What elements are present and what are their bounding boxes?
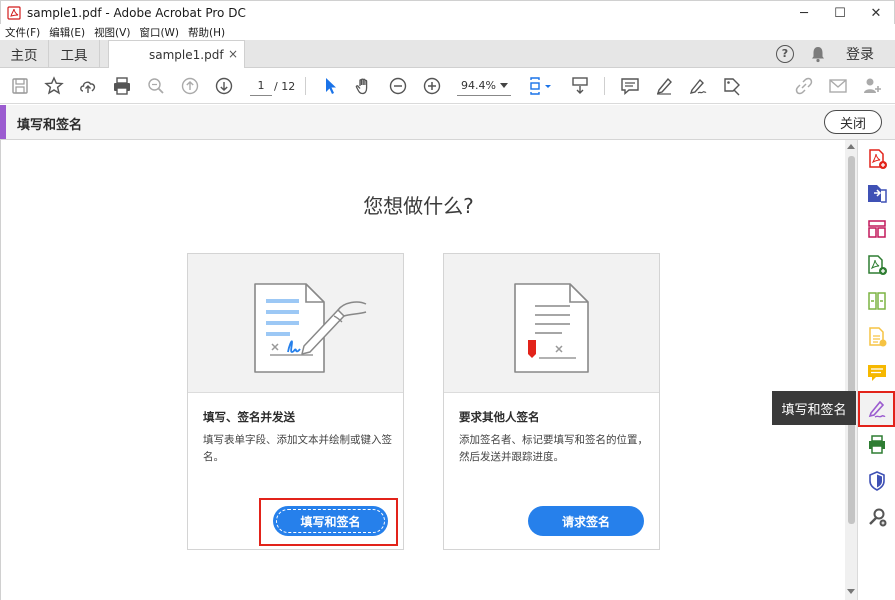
menu-view[interactable]: 视图(V) <box>94 25 130 40</box>
main-content: 您想做什么? 填写、签名并发送 填写表单字段、添加文本并绘制或键入签名。 填写和 <box>0 140 845 600</box>
close-tool-button[interactable]: 关闭 <box>824 110 882 134</box>
scroll-down-icon[interactable] <box>847 589 855 594</box>
toolbar: 1 / 12 94.4% <box>0 68 895 104</box>
menu-bar: 文件(F) 编辑(E) 视图(V) 窗口(W) 帮助(H) <box>0 24 895 40</box>
request-signature-illustration <box>444 254 659 393</box>
request-signature-document-icon <box>514 283 589 373</box>
tab-document-label: sample1.pdf <box>149 47 224 62</box>
protect-shield-icon[interactable] <box>866 470 888 492</box>
request-signature-card: 要求其他人签名 添加签名者、标记要填写和签名的位置，然后发送并跟踪进度。 请求签… <box>443 253 660 550</box>
tool-accent-bar <box>0 105 6 139</box>
next-page-icon[interactable] <box>214 76 234 96</box>
tab-bar: 主页 工具 sample1.pdf × ? 登录 <box>0 40 895 68</box>
export-pdf-icon[interactable] <box>866 182 888 204</box>
minimize-button[interactable]: ─ <box>786 1 822 25</box>
print-icon[interactable] <box>112 76 132 96</box>
edit-pdf-icon[interactable] <box>866 290 888 312</box>
page-total: / 12 <box>274 79 296 93</box>
combine-files-icon[interactable] <box>866 254 888 276</box>
page-heading: 您想做什么? <box>363 194 474 218</box>
card-description: 添加签名者、标记要填写和签名的位置，然后发送并跟踪进度。 <box>459 434 648 463</box>
comment-icon[interactable] <box>620 76 640 96</box>
more-tools-wrench-icon[interactable] <box>866 506 888 528</box>
highlight-pen-icon[interactable] <box>654 76 674 96</box>
organize-pages-icon[interactable] <box>866 218 888 240</box>
create-pdf-icon[interactable] <box>866 148 888 170</box>
menu-file[interactable]: 文件(F) <box>5 25 40 40</box>
zoom-level-value: 94.4% <box>461 79 496 92</box>
hand-tool-icon[interactable] <box>354 76 374 96</box>
share-link-icon[interactable] <box>794 76 814 96</box>
zoom-level-dropdown[interactable]: 94.4% <box>457 76 511 96</box>
fill-sign-icon[interactable] <box>858 391 895 427</box>
highlight-box <box>259 498 398 546</box>
menu-window[interactable]: 窗口(W) <box>139 25 179 40</box>
help-icon[interactable]: ? <box>776 44 794 63</box>
scroll-thumb[interactable] <box>848 156 855 524</box>
tab-tools[interactable]: 工具 <box>48 40 100 67</box>
toolbar-divider <box>604 77 605 95</box>
add-user-icon[interactable] <box>862 76 882 96</box>
maximize-button[interactable]: ☐ <box>822 1 858 25</box>
page-number-input[interactable]: 1 <box>250 76 272 96</box>
scroll-mode-icon[interactable] <box>570 76 590 96</box>
title-bar: sample1.pdf - Adobe Acrobat Pro DC ─ ☐ ✕ <box>0 0 895 24</box>
zoom-out-icon[interactable] <box>388 76 408 96</box>
tool-header: 填写和签名 关闭 <box>0 105 895 140</box>
scroll-up-icon[interactable] <box>847 144 855 149</box>
previous-page-icon[interactable] <box>180 76 200 96</box>
menu-help[interactable]: 帮助(H) <box>188 25 225 40</box>
bell-icon[interactable] <box>810 45 826 63</box>
right-tools-panel <box>857 140 895 600</box>
card-description: 填写表单字段、添加文本并绘制或键入签名。 <box>203 434 392 463</box>
cloud-upload-icon[interactable] <box>78 76 98 96</box>
close-tab-icon[interactable]: × <box>228 47 238 61</box>
window-title: sample1.pdf - Adobe Acrobat Pro DC <box>27 5 246 20</box>
enhance-scans-icon[interactable] <box>866 326 888 348</box>
acrobat-app-icon <box>7 5 21 20</box>
zoom-search-icon[interactable] <box>146 76 166 96</box>
print-production-icon[interactable] <box>866 434 888 456</box>
chevron-down-icon <box>500 83 508 88</box>
card-title: 填写、签名并发送 <box>203 410 295 424</box>
menu-edit[interactable]: 编辑(E) <box>49 25 85 40</box>
zoom-in-icon[interactable] <box>422 76 442 96</box>
request-signature-button[interactable]: 请求签名 <box>528 506 644 536</box>
tab-document[interactable]: sample1.pdf × <box>108 40 245 68</box>
comment-icon[interactable] <box>866 362 888 384</box>
vertical-scrollbar[interactable] <box>845 140 857 600</box>
select-cursor-icon[interactable] <box>320 76 340 96</box>
toolbar-divider <box>305 77 306 95</box>
fill-sign-illustration <box>188 254 403 393</box>
tool-title: 填写和签名 <box>17 118 83 133</box>
stamp-tag-icon[interactable] <box>722 76 742 96</box>
save-icon[interactable] <box>10 76 30 96</box>
fill-sign-document-icon <box>254 283 367 373</box>
bookmark-star-icon[interactable] <box>44 76 64 96</box>
login-button[interactable]: 登录 <box>846 44 874 64</box>
close-window-button[interactable]: ✕ <box>858 1 894 25</box>
email-icon[interactable] <box>828 76 848 96</box>
tab-home[interactable]: 主页 <box>0 40 48 67</box>
chevron-down-icon[interactable] <box>543 76 553 96</box>
card-title: 要求其他人签名 <box>459 410 540 424</box>
draw-sign-icon[interactable] <box>688 76 708 96</box>
fill-sign-tooltip: 填写和签名 <box>772 391 856 425</box>
